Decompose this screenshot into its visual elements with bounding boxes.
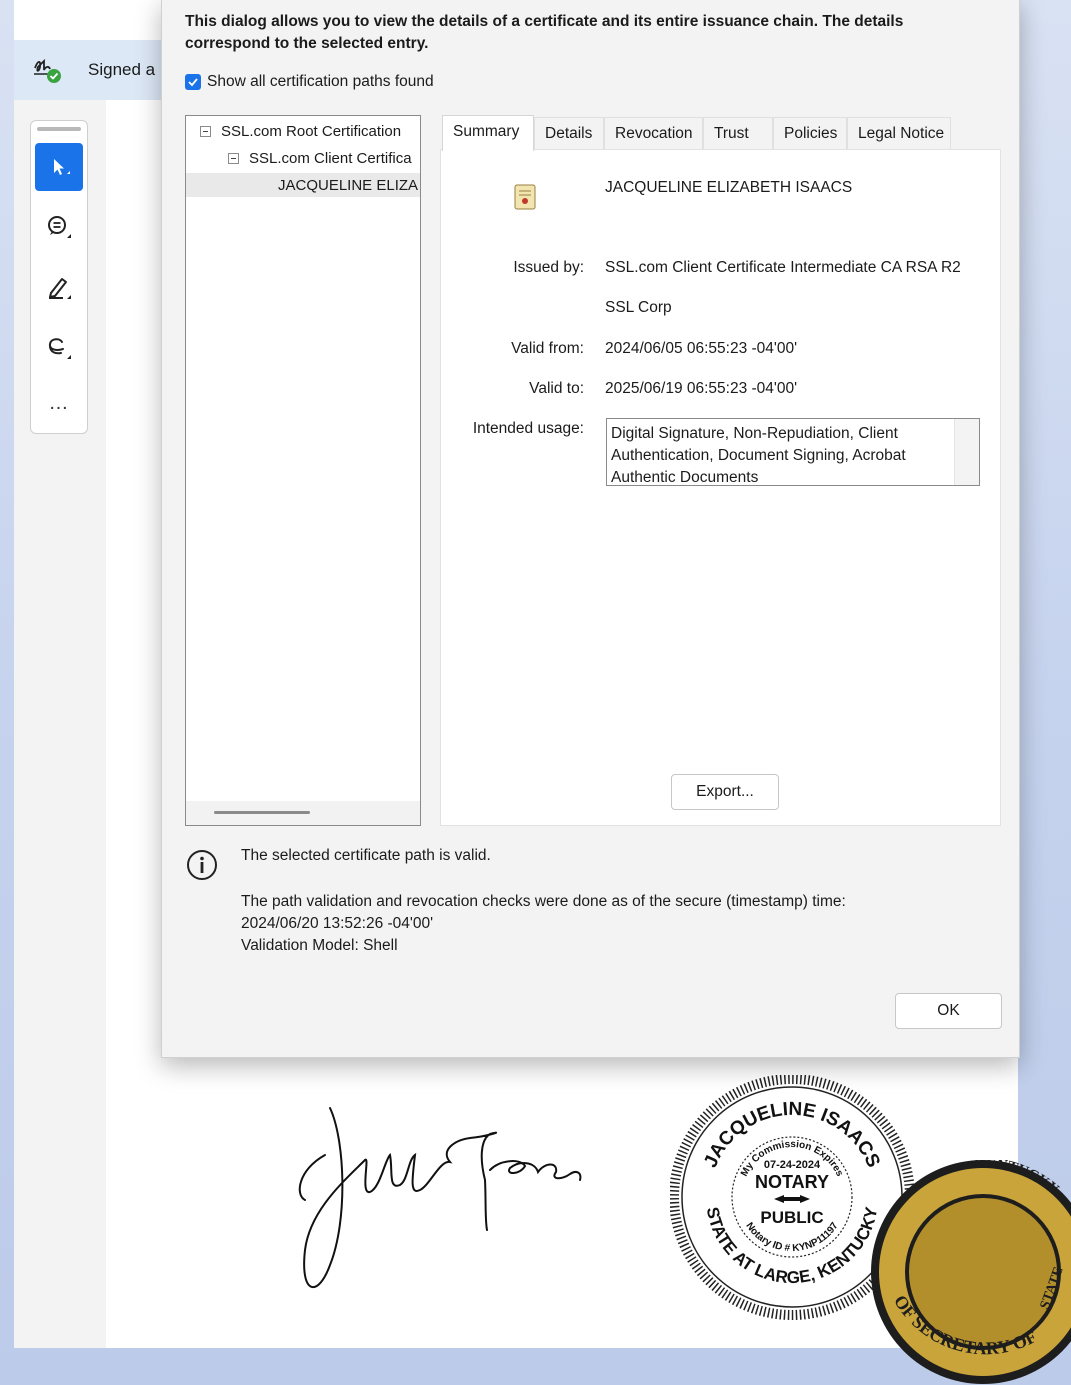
seal-notary: NOTARY [755,1172,829,1192]
certificate-viewer-dialog: This dialog allows you to view the detai… [161,0,1020,1058]
issued-by-value: SSL.com Client Certificate Intermediate … [605,259,961,276]
tree-item-signer[interactable]: JACQUELINE ELIZA [186,173,420,197]
tools-toolbar: … [30,120,88,434]
validation-details: The path validation and revocation check… [241,891,941,957]
comment-icon [48,216,71,238]
tab-summary[interactable]: Summary [442,115,534,151]
tree-item-root[interactable]: SSL.com Root Certification [200,119,401,143]
comment-tool-button[interactable] [35,203,83,251]
valid-from-value: 2024/06/05 06:55:23 -04'00' [605,340,798,357]
valid-from-label: Valid from: [511,340,584,357]
tree-horizontal-scrollbar[interactable] [186,801,420,825]
collapse-icon[interactable] [228,152,239,164]
tab-legal-notice[interactable]: Legal Notice [847,117,951,149]
seal-date: 07-24-2024 [764,1159,821,1171]
tree-item-label: JACQUELINE ELIZA [278,176,419,194]
validation-timestamp: 2024/06/20 13:52:26 -04'00' [241,915,434,932]
export-button[interactable]: Export... [671,774,779,810]
draw-tool-button[interactable] [35,263,83,311]
ok-button[interactable]: OK [895,993,1002,1029]
issued-by-label: Issued by: [513,259,584,276]
highlight-pen-icon [49,278,71,299]
lasso-tool-button[interactable] [35,323,83,371]
show-all-paths-checkbox[interactable]: Show all certification paths found [185,73,434,91]
scrollbar-thumb[interactable] [214,811,310,814]
valid-to-label: Valid to: [529,380,584,397]
handwritten-signature [298,1107,582,1288]
more-tools-button[interactable]: … [35,379,83,427]
intended-usage-label: Intended usage: [472,420,584,437]
toolbar-grip[interactable] [37,127,81,131]
seal-public: PUBLIC [760,1208,823,1227]
tab-policies[interactable]: Policies [773,117,847,149]
checkbox-checked-icon [185,74,201,90]
info-icon [187,850,217,880]
usage-scrollbar[interactable] [954,419,979,485]
cursor-icon [54,159,70,175]
lasso-draw-icon [48,338,71,359]
dialog-intro-text: This dialog allows you to view the detai… [185,13,904,52]
select-tool-button[interactable] [35,143,83,191]
summary-panel: JACQUELINE ELIZABETH ISAACS Issued by: S… [440,149,1001,826]
tab-details[interactable]: Details [534,117,604,149]
kentucky-state-seal: OF SECRETARY OF KENTUCKY STATE [871,1160,1071,1384]
path-valid-status: The selected certificate path is valid. [241,847,491,864]
valid-to-value: 2025/06/19 06:55:23 -04'00' [605,380,798,397]
tab-trust[interactable]: Trust [703,117,773,149]
validation-model: Validation Model: Shell [241,937,398,954]
signature-pen-icon [34,58,61,83]
intended-usage-field[interactable]: Digital Signature, Non-Repudiation, Clie… [606,418,980,486]
signature-banner-text: Signed a [88,60,156,79]
more-tools-label: … [48,391,70,414]
issuer-org-value: SSL Corp [605,299,672,316]
tab-revocation[interactable]: Revocation [604,117,703,149]
certificate-chain-tree: SSL.com Root Certification SSL.com Clien… [185,115,421,826]
certificate-tabs: Summary Details Revocation Trust Policie… [442,115,1002,151]
tree-item-label: SSL.com Root Certification [221,122,402,140]
validation-time-note: The path validation and revocation check… [241,893,846,910]
intended-usage-value: Digital Signature, Non-Repudiation, Clie… [611,425,906,486]
show-all-paths-label: Show all certification paths found [207,73,434,90]
tree-item-label: SSL.com Client Certifica [249,149,412,167]
certificate-icon [514,184,536,210]
cert-subject: JACQUELINE ELIZABETH ISAACS [605,179,853,196]
tree-item-intermediate[interactable]: SSL.com Client Certifica [228,146,412,170]
collapse-icon[interactable] [200,125,211,137]
